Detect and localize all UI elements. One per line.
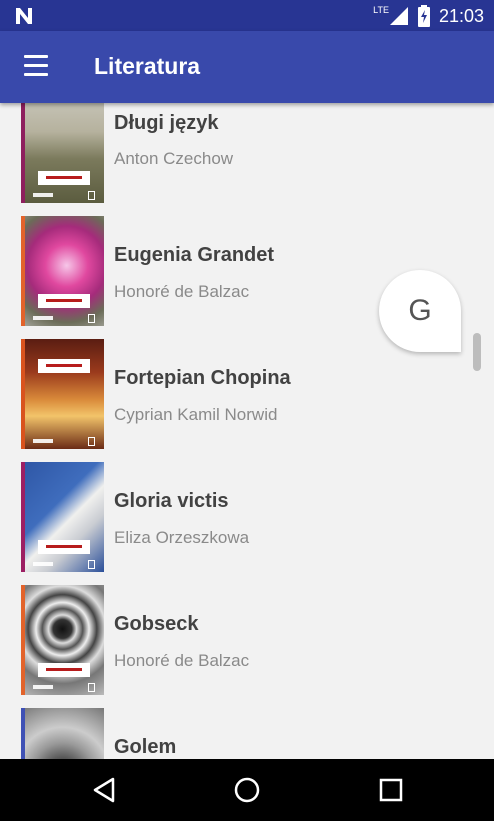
- signal-icon: [389, 7, 408, 25]
- list-item[interactable]: Gobseck Honoré de Balzac: [0, 585, 494, 705]
- book-cover: [21, 216, 104, 326]
- list-item[interactable]: Fortepian Chopina Cyprian Kamil Norwid: [0, 339, 494, 459]
- book-title: Gobseck: [114, 613, 199, 635]
- book-title: Fortepian Chopina: [114, 367, 291, 389]
- book-title: Eugenia Grandet: [114, 244, 275, 266]
- book-author: Honoré de Balzac: [114, 282, 250, 301]
- page-title: Literatura: [94, 53, 201, 79]
- book-cover: [21, 462, 104, 572]
- book-cover: [21, 339, 104, 449]
- app-toolbar: Literatura: [0, 31, 494, 103]
- book-list[interactable]: Długi język Anton Czechow Eugenia Grande…: [0, 103, 494, 759]
- notification-n-icon: [16, 8, 32, 24]
- book-title: Golem: [114, 736, 177, 758]
- recents-icon[interactable]: [376, 775, 406, 805]
- list-item[interactable]: Gloria victis Eliza Orzeszkowa: [0, 462, 494, 582]
- system-nav-bar: [0, 759, 494, 821]
- book-title: Długi język: [114, 112, 219, 134]
- clock: 21:03: [438, 5, 484, 26]
- battery-charging-icon: [417, 5, 430, 27]
- book-author: Eliza Orzeszkowa: [114, 528, 250, 547]
- network-type-label: LTE: [373, 5, 389, 15]
- status-bar: LTE 21:03: [0, 0, 494, 31]
- fast-scroll-thumb[interactable]: [473, 333, 481, 371]
- book-author: Cyprian Kamil Norwid: [114, 405, 278, 424]
- list-item[interactable]: Golem: [0, 708, 494, 759]
- book-cover: [21, 103, 104, 203]
- book-author: Anton Czechow: [114, 149, 234, 168]
- fast-scroll-letter-bubble: G: [379, 270, 461, 352]
- book-cover: [21, 708, 104, 759]
- book-title: Gloria victis: [114, 490, 229, 512]
- list-item[interactable]: Długi język Anton Czechow: [0, 103, 494, 213]
- book-author: Honoré de Balzac: [114, 651, 250, 670]
- menu-icon[interactable]: [24, 55, 50, 77]
- back-icon[interactable]: [89, 775, 119, 805]
- book-cover: [21, 585, 104, 695]
- home-icon[interactable]: [232, 775, 262, 805]
